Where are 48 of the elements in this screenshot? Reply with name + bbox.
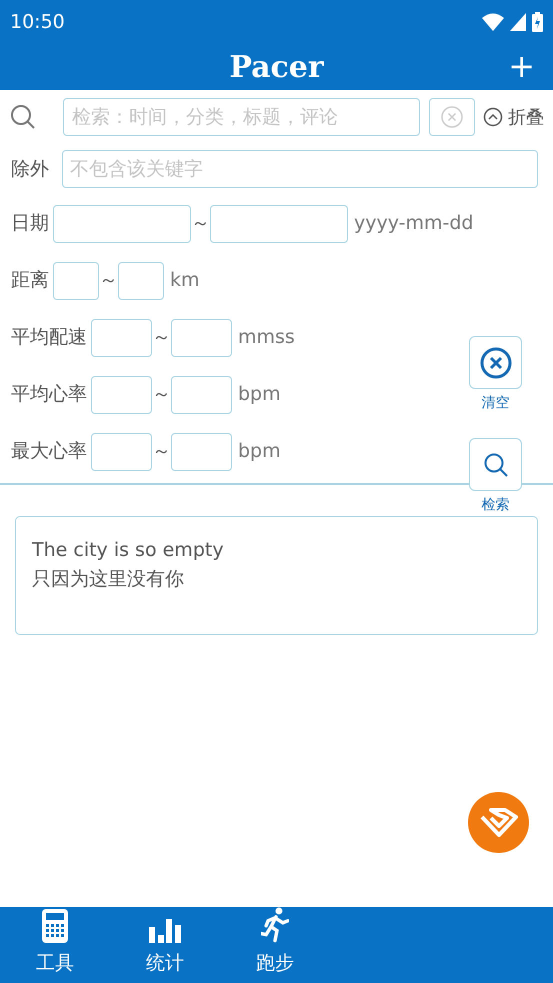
collapse-button[interactable]: 折叠 bbox=[483, 104, 544, 130]
runner-icon bbox=[261, 907, 289, 942]
range-end-field[interactable] bbox=[210, 204, 348, 242]
field-label: 除外 bbox=[11, 156, 50, 182]
add-button[interactable]: + bbox=[508, 48, 535, 84]
nav-tab[interactable]: 统计 bbox=[110, 907, 220, 983]
field-label: 最大心率 bbox=[11, 439, 87, 464]
range-start-field[interactable] bbox=[91, 318, 152, 356]
range-separator: ～ bbox=[191, 211, 210, 236]
close-circle-icon bbox=[441, 106, 463, 128]
nav-tab[interactable]: 跑步 bbox=[220, 907, 330, 983]
unit-label: yyyy-mm-dd bbox=[354, 211, 474, 236]
range-end-field[interactable] bbox=[171, 432, 232, 470]
unit-label: bpm bbox=[238, 382, 281, 408]
range-end-field[interactable] bbox=[171, 376, 232, 414]
battery-icon bbox=[532, 12, 543, 32]
search-field[interactable]: 检索：时间，分类，标题，评论 bbox=[63, 98, 420, 136]
range-separator: ～ bbox=[99, 268, 118, 294]
range-start-field[interactable] bbox=[91, 432, 152, 470]
field-label: 距离 bbox=[11, 268, 49, 294]
wifi-icon bbox=[482, 13, 504, 31]
field-label: 平均心率 bbox=[11, 382, 87, 408]
range-separator: ～ bbox=[152, 439, 171, 464]
field-label: 日期 bbox=[11, 211, 49, 236]
clear-search-button[interactable] bbox=[429, 98, 475, 136]
chevron-up-circle-icon bbox=[483, 107, 503, 127]
status-time: 10:50 bbox=[10, 10, 65, 35]
search-icon bbox=[482, 452, 508, 478]
signal-icon bbox=[510, 13, 526, 31]
diamond-logo-icon bbox=[478, 806, 518, 838]
range-start-field[interactable] bbox=[91, 376, 152, 414]
search-icon bbox=[10, 104, 36, 130]
range-separator: ～ bbox=[152, 382, 171, 408]
close-circle-icon bbox=[480, 346, 512, 378]
nav-tab[interactable]: 工具 bbox=[0, 907, 110, 983]
note-text: 只因为这里没有你 bbox=[32, 567, 185, 592]
range-start-field[interactable] bbox=[53, 204, 191, 242]
field-label: 平均配速 bbox=[11, 325, 87, 350]
unit-label: bpm bbox=[238, 439, 281, 464]
app-title: Pacer bbox=[229, 48, 324, 86]
unit-label: km bbox=[170, 268, 200, 294]
note-text: The city is so empty bbox=[32, 538, 225, 563]
exclude-field[interactable]: 不包含该关键字 bbox=[62, 150, 538, 188]
range-start-field[interactable] bbox=[53, 262, 99, 300]
range-end-field[interactable] bbox=[171, 318, 232, 356]
range-end-field[interactable] bbox=[118, 262, 164, 300]
range-separator: ～ bbox=[152, 325, 171, 350]
unit-label: mmss bbox=[238, 325, 295, 350]
